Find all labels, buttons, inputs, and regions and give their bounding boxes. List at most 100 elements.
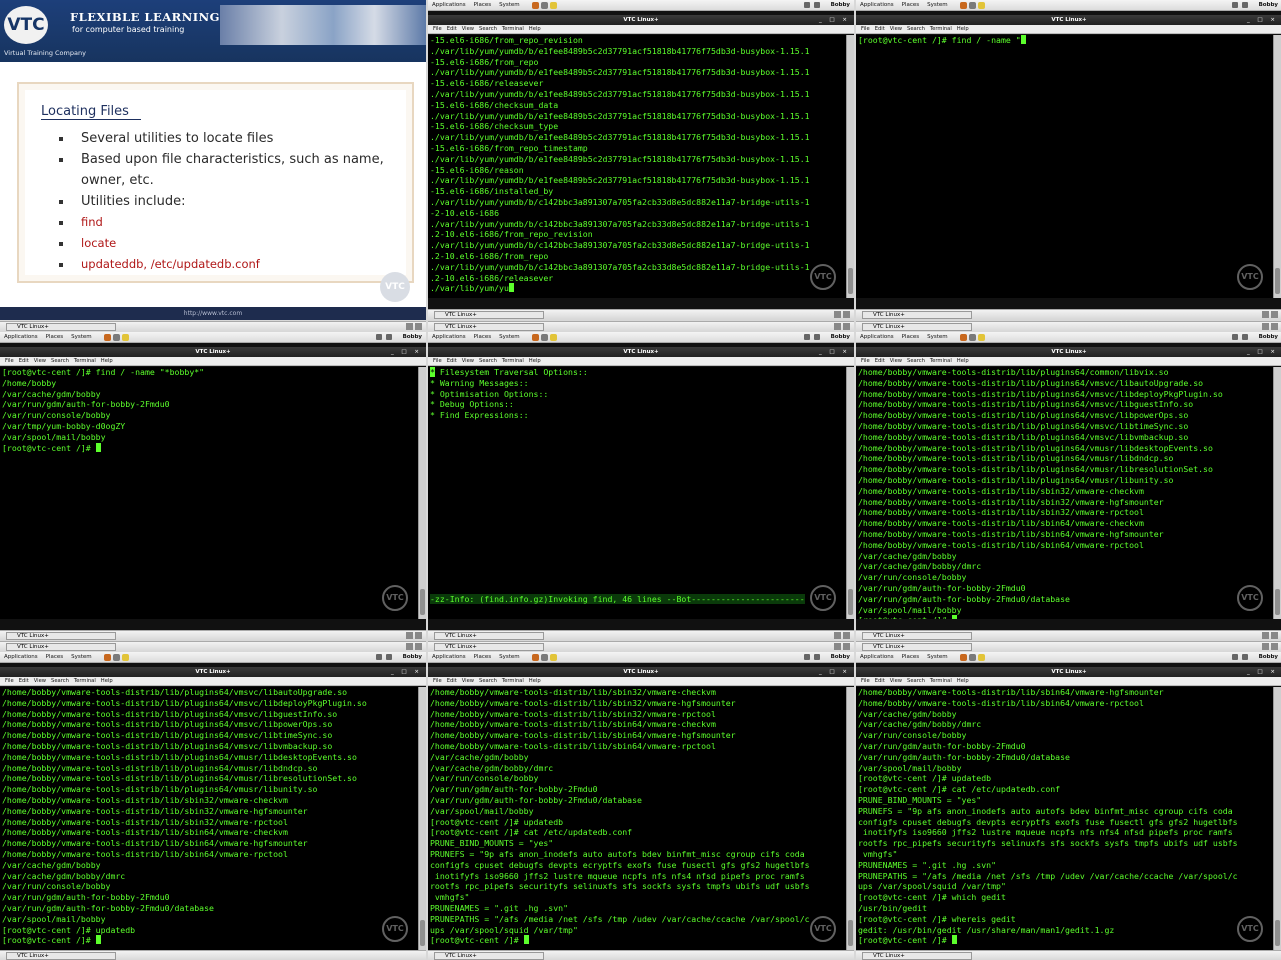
- workspace-icon[interactable]: [415, 632, 422, 639]
- workspace-icon[interactable]: [843, 643, 850, 650]
- window-controls[interactable]: _ □ ×: [1247, 667, 1278, 677]
- panel-menu-system[interactable]: System: [927, 2, 948, 8]
- network-icon[interactable]: [1242, 2, 1248, 8]
- network-icon[interactable]: [386, 334, 392, 340]
- menu-help[interactable]: Help: [957, 678, 969, 684]
- panel-menu-applications[interactable]: Applications: [860, 2, 894, 8]
- panel-menu-applications[interactable]: Applications: [432, 654, 466, 660]
- menu-view[interactable]: View: [34, 678, 46, 684]
- menu-search[interactable]: Search: [51, 358, 69, 364]
- scrollbar-thumb[interactable]: [848, 920, 853, 946]
- terminal-scrollbar[interactable]: [846, 35, 854, 298]
- workspace-icon[interactable]: [1262, 323, 1269, 330]
- note-icon[interactable]: [978, 654, 985, 661]
- firefox-icon[interactable]: [960, 2, 967, 9]
- menu-terminal[interactable]: Terminal: [502, 26, 524, 32]
- scrollbar-thumb[interactable]: [420, 589, 425, 615]
- workspace-icon[interactable]: [1271, 311, 1278, 318]
- user-name[interactable]: Bobby: [1259, 332, 1278, 343]
- window-titlebar[interactable]: VTC Linux+ _ □ ×: [428, 15, 854, 25]
- window-titlebar[interactable]: VTC Linux+ _ □ ×: [0, 347, 426, 357]
- task-button[interactable]: VTC Linux+: [434, 323, 544, 331]
- panel-menu-places[interactable]: Places: [46, 334, 64, 340]
- task-button[interactable]: VTC Linux+: [434, 632, 544, 640]
- menu-search[interactable]: Search: [479, 678, 497, 684]
- volume-icon[interactable]: [1232, 2, 1238, 8]
- menu-help[interactable]: Help: [529, 358, 541, 364]
- panel-menu-system[interactable]: System: [927, 654, 948, 660]
- menu-file[interactable]: File: [861, 26, 870, 32]
- menu-search[interactable]: Search: [51, 678, 69, 684]
- window-controls[interactable]: _ □ ×: [391, 347, 422, 357]
- window-controls[interactable]: _ □ ×: [1247, 15, 1278, 25]
- note-icon[interactable]: [550, 2, 557, 9]
- task-button[interactable]: VTC Linux+: [434, 952, 544, 960]
- panel-menu-places[interactable]: Places: [474, 654, 492, 660]
- terminal-output[interactable]: /home/bobby/vmware-tools-distrib/lib/sbi…: [856, 687, 1273, 950]
- scrollbar-thumb[interactable]: [1275, 268, 1280, 294]
- scrollbar-thumb[interactable]: [1275, 589, 1280, 615]
- task-button[interactable]: VTC Linux+: [6, 643, 116, 651]
- workspace-icon[interactable]: [843, 323, 850, 330]
- menu-terminal[interactable]: Terminal: [502, 358, 524, 364]
- panel-menu-applications[interactable]: Applications: [4, 334, 38, 340]
- task-button[interactable]: VTC Linux+: [434, 643, 544, 651]
- panel-menu-applications[interactable]: Applications: [860, 334, 894, 340]
- panel-menu-system[interactable]: System: [927, 334, 948, 340]
- panel-menu-places[interactable]: Places: [474, 334, 492, 340]
- terminal-output[interactable]: [root@vtc-cent /]# find / -name "*bobby*…: [0, 367, 418, 619]
- menu-terminal[interactable]: Terminal: [502, 678, 524, 684]
- workspace-icon[interactable]: [1271, 632, 1278, 639]
- volume-icon[interactable]: [1232, 334, 1238, 340]
- menu-help[interactable]: Help: [529, 26, 541, 32]
- task-button[interactable]: VTC Linux+: [862, 323, 972, 331]
- terminal-scrollbar[interactable]: [846, 687, 854, 950]
- scrollbar-thumb[interactable]: [1275, 920, 1280, 946]
- network-icon[interactable]: [386, 654, 392, 660]
- panel-menu-system[interactable]: System: [71, 334, 92, 340]
- menu-search[interactable]: Search: [479, 26, 497, 32]
- terminal-scrollbar[interactable]: [1273, 35, 1281, 298]
- task-button[interactable]: VTC Linux+: [6, 632, 116, 640]
- network-icon[interactable]: [814, 334, 820, 340]
- menu-file[interactable]: File: [5, 358, 14, 364]
- panel-menu-system[interactable]: System: [499, 2, 520, 8]
- menu-terminal[interactable]: Terminal: [930, 358, 952, 364]
- email-icon[interactable]: [969, 2, 976, 9]
- note-icon[interactable]: [978, 334, 985, 341]
- workspace-icon[interactable]: [406, 632, 413, 639]
- network-icon[interactable]: [1242, 654, 1248, 660]
- network-icon[interactable]: [1242, 334, 1248, 340]
- firefox-icon[interactable]: [532, 334, 539, 341]
- note-icon[interactable]: [550, 654, 557, 661]
- terminal-scrollbar[interactable]: [1273, 367, 1281, 619]
- menu-view[interactable]: View: [462, 358, 474, 364]
- volume-icon[interactable]: [804, 2, 810, 8]
- terminal-output[interactable]: * Filesystem Traversal Options:: * Warni…: [428, 367, 846, 619]
- task-button[interactable]: VTC Linux+: [6, 952, 116, 960]
- window-titlebar[interactable]: VTC Linux+ _ □ ×: [428, 347, 854, 357]
- menu-search[interactable]: Search: [907, 26, 925, 32]
- panel-menu-applications[interactable]: Applications: [860, 654, 894, 660]
- user-name[interactable]: Bobby: [831, 332, 850, 343]
- panel-menu-applications[interactable]: Applications: [4, 654, 38, 660]
- user-name[interactable]: Bobby: [1259, 0, 1278, 11]
- menu-file[interactable]: File: [861, 358, 870, 364]
- panel-menu-applications[interactable]: Applications: [432, 2, 466, 8]
- panel-menu-places[interactable]: Places: [474, 2, 492, 8]
- scrollbar-thumb[interactable]: [848, 268, 853, 294]
- workspace-icon[interactable]: [1271, 643, 1278, 650]
- menu-help[interactable]: Help: [957, 26, 969, 32]
- firefox-icon[interactable]: [532, 2, 539, 9]
- task-button[interactable]: VTC Linux+: [862, 311, 972, 319]
- menu-terminal[interactable]: Terminal: [930, 26, 952, 32]
- menu-help[interactable]: Help: [957, 358, 969, 364]
- menu-terminal[interactable]: Terminal: [74, 678, 96, 684]
- workspace-icon[interactable]: [834, 323, 841, 330]
- volume-icon[interactable]: [376, 654, 382, 660]
- panel-menu-places[interactable]: Places: [902, 654, 920, 660]
- scrollbar-thumb[interactable]: [848, 589, 853, 615]
- workspace-icon[interactable]: [843, 311, 850, 318]
- terminal-scrollbar[interactable]: [1273, 687, 1281, 950]
- workspace-icon[interactable]: [834, 632, 841, 639]
